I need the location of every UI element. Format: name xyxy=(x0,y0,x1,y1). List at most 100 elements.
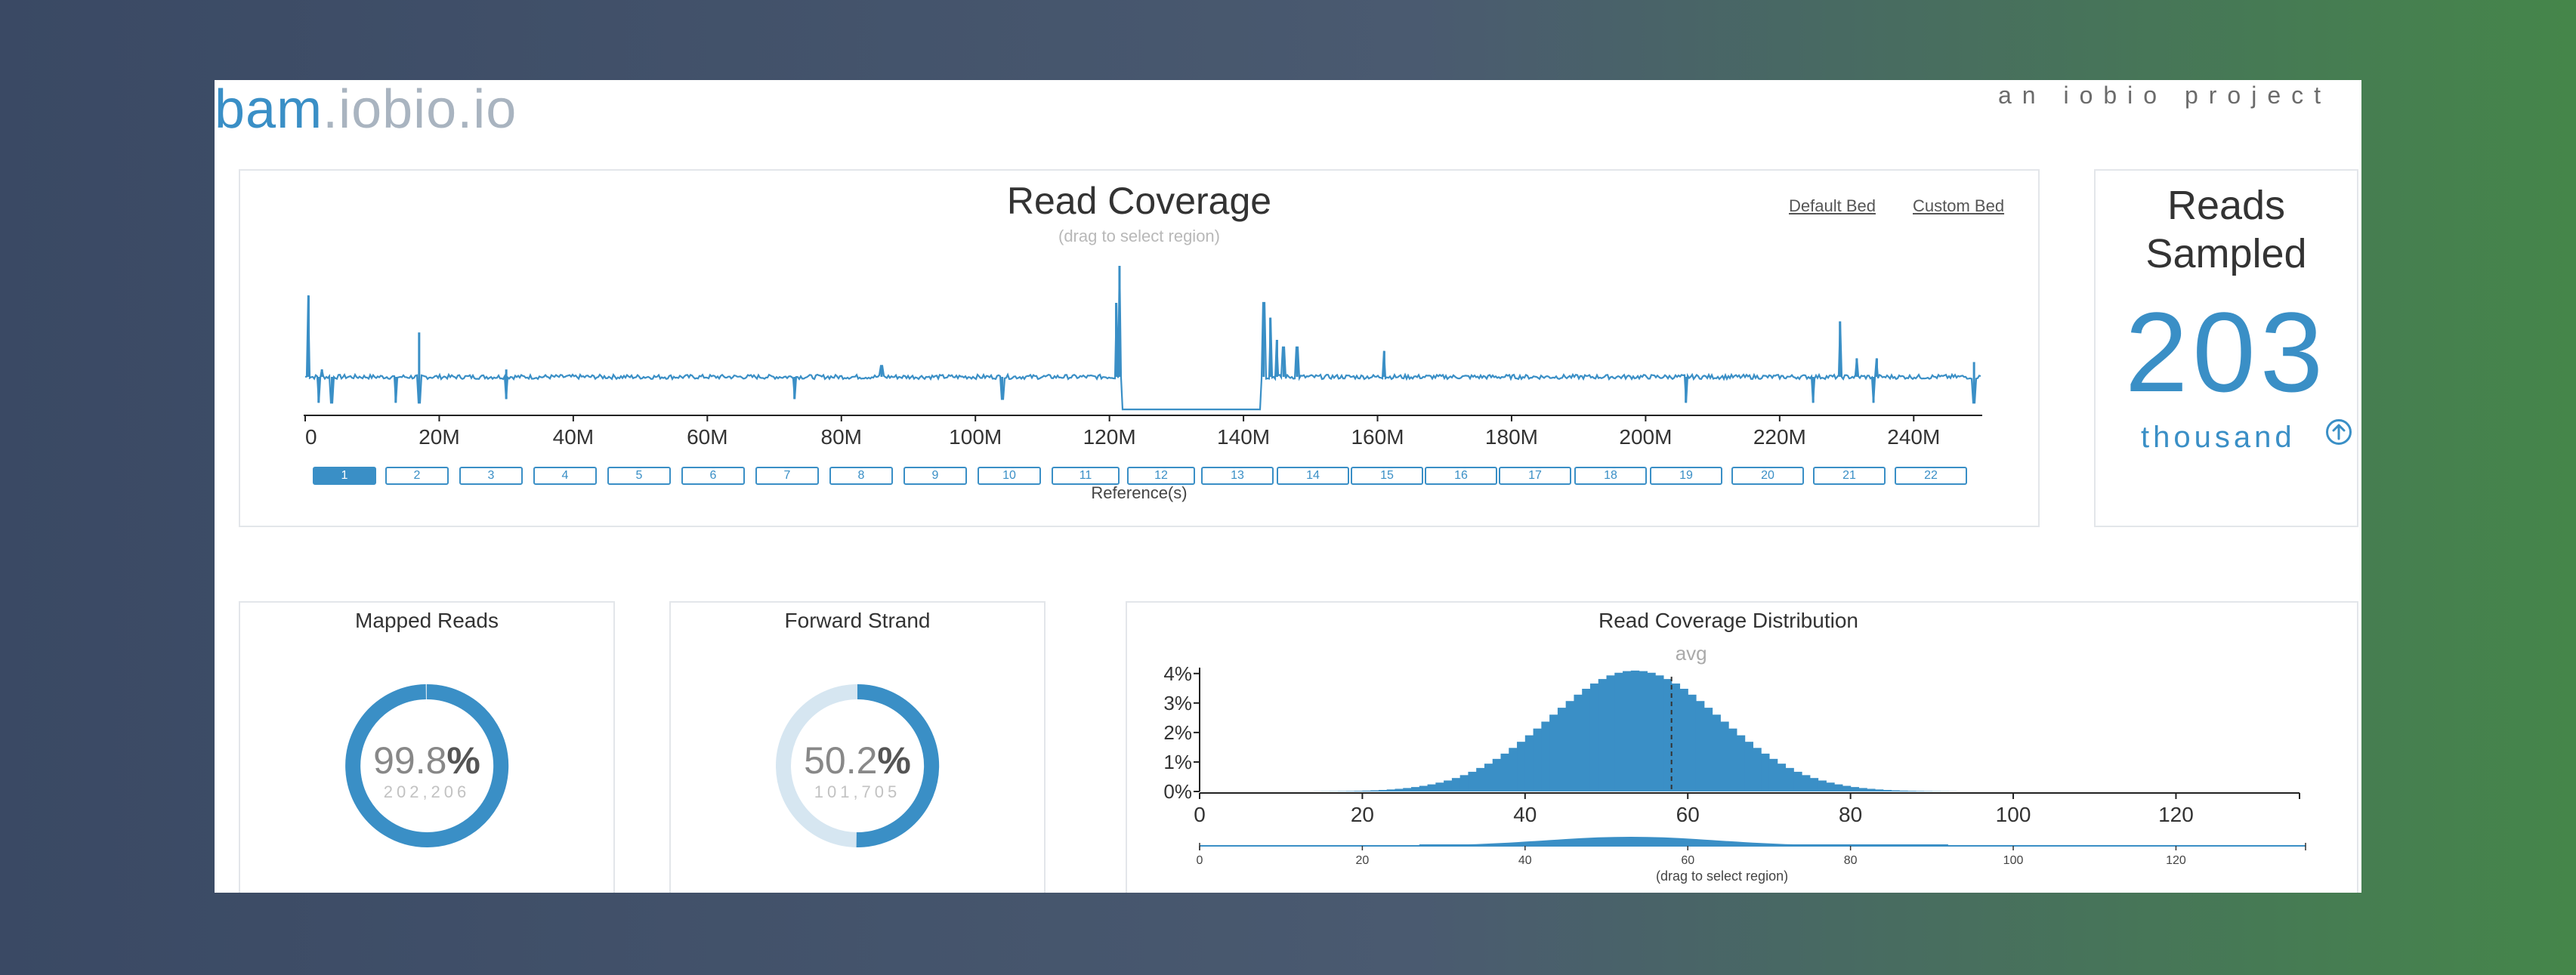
distribution-bar-65 xyxy=(1728,728,1737,791)
distribution-bar-40 xyxy=(1524,735,1534,791)
distribution-bar-69 xyxy=(1761,753,1770,791)
tagline[interactable]: an iobio project xyxy=(1998,80,2331,110)
coverage-chart[interactable]: 0 20M 40M 60M 80M 100M 120M 140M 160M 180M 200M 220… xyxy=(240,260,2038,456)
distribution-brush-overview[interactable] xyxy=(1419,837,1948,846)
reference-button-16[interactable]: 16 xyxy=(1425,467,1497,485)
distribution-bar-42 xyxy=(1541,721,1550,791)
distribution-bar-47 xyxy=(1582,689,1591,791)
reference-button-22[interactable]: 22 xyxy=(1895,467,1967,485)
distribution-y-tick-label-3: 3% xyxy=(1163,692,1192,714)
coverage-x-tick-label-5: 100M xyxy=(949,425,1002,449)
read-coverage-subtitle: (drag to select region) xyxy=(1058,227,1220,245)
custom-bed-link[interactable]: Custom Bed xyxy=(1913,196,2004,216)
default-bed-link[interactable]: Default Bed xyxy=(1789,196,1876,216)
reference-button-21[interactable]: 21 xyxy=(1813,467,1886,485)
coverage-series-line xyxy=(304,265,1981,411)
reference-button-4[interactable]: 4 xyxy=(533,467,597,485)
distribution-bar-34 xyxy=(1476,767,1485,791)
logo-part-bam: bam xyxy=(215,80,323,140)
reference-button-11[interactable]: 11 xyxy=(1052,467,1120,485)
distribution-bar-78 xyxy=(1834,784,1843,791)
coverage-x-tick-label-2: 40M xyxy=(553,425,594,449)
distribution-bar-41 xyxy=(1533,728,1542,791)
distribution-bar-53 xyxy=(1630,670,1640,791)
reference-button-17[interactable]: 17 xyxy=(1499,467,1571,485)
reference-button-18[interactable]: 18 xyxy=(1574,467,1647,485)
distribution-x-tick-label-0: 0 xyxy=(1194,803,1206,826)
coverage-x-tick-label-11: 220M xyxy=(1753,425,1806,449)
distribution-bar-70 xyxy=(1768,758,1778,791)
distribution-bar-35 xyxy=(1484,764,1493,791)
mapped-reads-panel: Mapped Reads 99.8% 202,206 xyxy=(239,601,615,893)
reference-button-2[interactable]: 2 xyxy=(385,467,449,485)
distribution-bar-49 xyxy=(1598,679,1608,791)
distribution-bar-67 xyxy=(1744,742,1753,791)
coverage-x-tick-label-4: 80M xyxy=(821,425,862,449)
distribution-bar-44 xyxy=(1557,708,1567,791)
distribution-bar-61 xyxy=(1695,701,1705,791)
logo-part-iobio: .iobio.io xyxy=(323,80,517,140)
distribution-bar-56 xyxy=(1655,675,1664,791)
coverage-distribution-chart[interactable]: avg 0% 1% 2% 3% 4% 0 20 40 60 80 100 120 0 20 40 60 80 100… xyxy=(1127,603,2357,893)
distribution-bar-58 xyxy=(1671,683,1681,791)
distribution-brush-tick-label-3: 60 xyxy=(1681,854,1694,867)
coverage-x-tick-label-1: 20M xyxy=(419,425,459,449)
distribution-bar-32 xyxy=(1459,775,1469,791)
distribution-bar-46 xyxy=(1574,694,1583,791)
reference-button-3[interactable]: 3 xyxy=(459,467,523,485)
coverage-x-tick-label-8: 160M xyxy=(1351,425,1404,449)
reference-button-14[interactable]: 14 xyxy=(1277,467,1349,485)
mapped-reads-count: 202,206 xyxy=(383,782,471,801)
reference-button-10[interactable]: 10 xyxy=(978,467,1041,485)
distribution-bar-25 xyxy=(1403,788,1412,791)
reference-button-6[interactable]: 6 xyxy=(681,467,745,485)
distribution-bar-33 xyxy=(1468,771,1477,791)
distribution-bar-64 xyxy=(1720,721,1729,791)
distribution-bar-60 xyxy=(1688,694,1697,791)
distribution-bar-76 xyxy=(1818,780,1827,791)
distribution-bar-27 xyxy=(1419,785,1429,791)
reads-sampled-title: Reads Sampled xyxy=(2096,181,2357,278)
distribution-x-tick-label-3: 60 xyxy=(1676,803,1700,826)
distribution-y-tick-label-2: 2% xyxy=(1163,721,1192,744)
distribution-x-tick-label-5: 100 xyxy=(1996,803,2031,826)
distribution-bar-74 xyxy=(1802,775,1811,791)
read-coverage-panel: Read Coverage (drag to select region) De… xyxy=(239,169,2040,527)
coverage-x-tick-label-7: 140M xyxy=(1217,425,1270,449)
distribution-bar-22 xyxy=(1378,789,1388,791)
coverage-x-tick-label-0: 0 xyxy=(305,425,317,449)
distribution-bar-43 xyxy=(1549,714,1558,791)
coverage-distribution-panel: Read Coverage Distribution avg 0% 1% 2% 3% 4%… xyxy=(1126,601,2358,893)
reference-button-9[interactable]: 9 xyxy=(903,467,967,485)
reference-button-20[interactable]: 20 xyxy=(1731,467,1804,485)
distribution-brush-tick-label-4: 80 xyxy=(1844,854,1858,867)
distribution-bar-26 xyxy=(1411,787,1420,791)
coverage-distribution-subtitle: (drag to select region) xyxy=(1656,869,1789,884)
reference-button-19[interactable]: 19 xyxy=(1650,467,1722,485)
distribution-y-tick-label-0: 0% xyxy=(1163,780,1192,803)
forward-strand-panel: Forward Strand 50.2% 101,705 xyxy=(669,601,1046,893)
reference-button-8[interactable]: 8 xyxy=(829,467,893,485)
mapped-reads-percent-value: 99.8 xyxy=(373,739,447,782)
reference-button-5[interactable]: 5 xyxy=(607,467,671,485)
app-logo[interactable]: bam.iobio.io xyxy=(215,80,517,139)
distribution-bar-23 xyxy=(1386,789,1396,791)
reads-sampled-unit: thousand xyxy=(2141,421,2296,454)
references-label: Reference(s) xyxy=(1091,483,1188,502)
reference-button-1[interactable]: 1 xyxy=(313,467,376,485)
distribution-bar-39 xyxy=(1517,742,1526,791)
distribution-bar-36 xyxy=(1492,758,1502,791)
mapped-reads-percent: 99.8% xyxy=(240,740,613,781)
distribution-bar-31 xyxy=(1451,778,1461,791)
distribution-bar-59 xyxy=(1679,689,1688,791)
reference-button-15[interactable]: 15 xyxy=(1351,467,1423,485)
reference-button-12[interactable]: 12 xyxy=(1127,467,1195,485)
reference-button-7[interactable]: 7 xyxy=(755,467,819,485)
distribution-bar-71 xyxy=(1777,764,1787,791)
distribution-bar-83 xyxy=(1874,789,1884,791)
reference-button-13[interactable]: 13 xyxy=(1201,467,1274,485)
distribution-y-tick-label-4: 4% xyxy=(1163,662,1192,685)
sample-more-icon[interactable] xyxy=(2325,418,2352,446)
distribution-x-tick-label-6: 120 xyxy=(2158,803,2194,826)
distribution-bar-37 xyxy=(1500,753,1509,791)
